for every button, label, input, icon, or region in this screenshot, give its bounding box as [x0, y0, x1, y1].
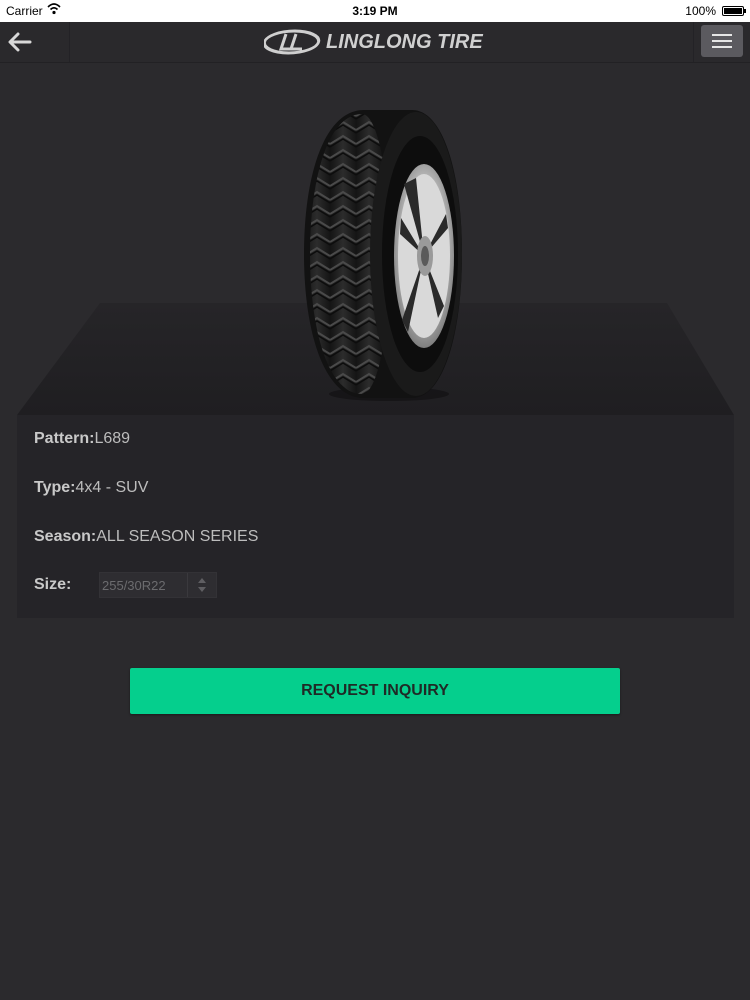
type-label: Type: [34, 479, 76, 496]
back-button[interactable] [0, 22, 70, 62]
nav-bar: LINGLONG TIRE [0, 22, 750, 63]
pattern-label: Pattern: [34, 430, 95, 447]
size-value: 255/30R22 [102, 578, 166, 593]
status-time: 3:19 PM [352, 4, 398, 18]
season-row: Season:ALL SEASON SERIES [34, 528, 258, 546]
hamburger-menu-icon[interactable] [701, 25, 743, 57]
stepper-down-icon[interactable] [198, 587, 206, 592]
product-info-panel: Pattern:L689 Type:4x4 - SUV Season:ALL S… [17, 415, 734, 618]
size-label: Size: [34, 576, 72, 593]
status-bar: Carrier 3:19 PM 100% [0, 0, 750, 22]
season-label: Season: [34, 528, 97, 545]
tire-product-image [304, 110, 462, 401]
battery-percent: 100% [685, 4, 716, 18]
product-stage: Pattern:L689 Type:4x4 - SUV Season:ALL S… [0, 63, 750, 1000]
season-value: ALL SEASON SERIES [96, 528, 259, 545]
pattern-value: L689 [94, 430, 131, 447]
size-row: Size: [34, 576, 71, 594]
size-stepper[interactable] [187, 573, 216, 597]
linglong-logo-icon [264, 29, 321, 55]
battery-icon [722, 6, 746, 16]
size-select[interactable]: 255/30R22 [99, 572, 217, 598]
arrow-left-icon [8, 32, 32, 52]
brand-name: LINGLONG TIRE [326, 31, 483, 53]
type-value: 4x4 - SUV [75, 479, 149, 496]
request-inquiry-button[interactable]: REQUEST INQUIRY [130, 668, 620, 714]
menu-area [693, 22, 750, 62]
pattern-row: Pattern:L689 [34, 430, 130, 448]
stepper-up-icon[interactable] [198, 578, 206, 583]
type-row: Type:4x4 - SUV [34, 479, 148, 497]
